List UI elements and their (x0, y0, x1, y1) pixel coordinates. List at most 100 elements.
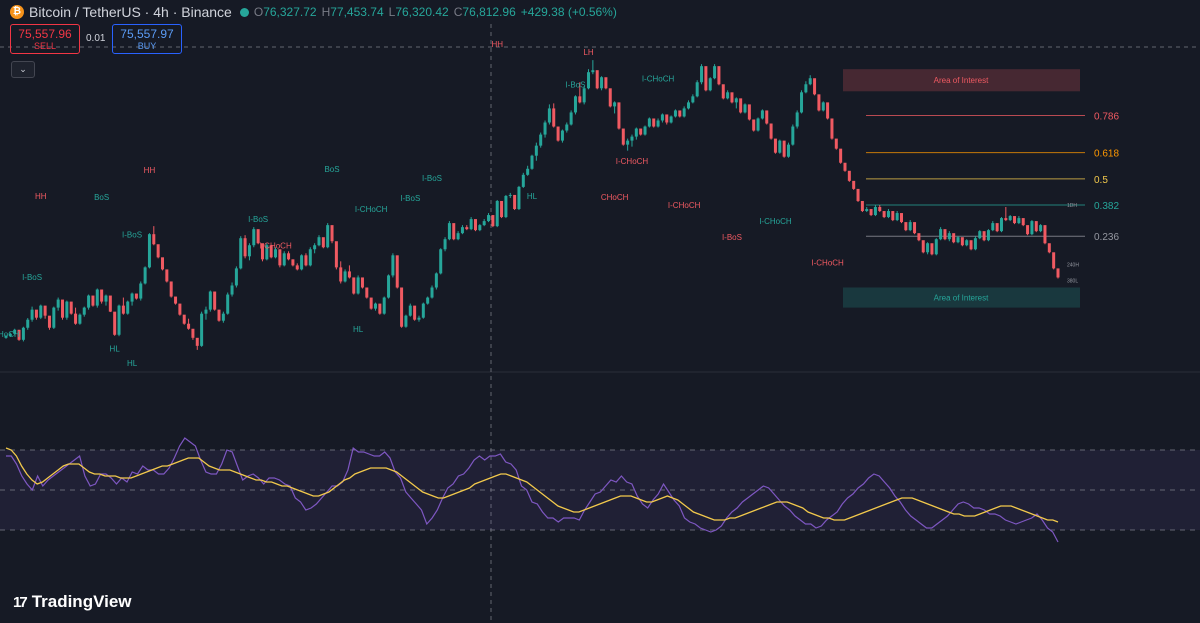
structure-label: HH (491, 40, 503, 49)
candle-body (839, 148, 843, 163)
candle-body (295, 265, 299, 270)
candle-body (34, 309, 38, 318)
candle-body (1047, 243, 1051, 253)
structure-label: I-CHoCH (759, 217, 792, 226)
candle-body (369, 297, 373, 309)
candle-body (174, 296, 178, 304)
candle-body (969, 240, 973, 250)
candle-body (760, 110, 764, 119)
symbol-header: ₿ Bitcoin / TetherUS · 4h · Binance O 76,… (10, 3, 622, 21)
candle-body (595, 70, 599, 89)
candle-body (982, 231, 986, 241)
candle-body (91, 295, 95, 306)
candle-body (547, 108, 551, 123)
candle-body (765, 110, 769, 124)
candle-body (65, 301, 69, 318)
candle-body (113, 311, 117, 335)
candle-body (221, 313, 225, 321)
candle-body (147, 234, 151, 268)
structure-label: I-CHoCH (355, 205, 388, 214)
candle-body (52, 307, 56, 328)
chevron-down-icon[interactable]: ⌄ (11, 61, 35, 78)
candle-body (965, 240, 969, 246)
candle-body (643, 126, 647, 135)
candle-body (1052, 252, 1056, 269)
price-and-rsi-chart[interactable]: Area of Interest Area of Interest 0.786 0.6… (0, 0, 1200, 623)
candle-body (304, 255, 308, 266)
candle-body (1021, 218, 1025, 226)
candle-body (56, 299, 60, 308)
candle-body (130, 293, 134, 302)
side-tag: 1DH (1067, 203, 1077, 209)
candle-body (826, 102, 830, 119)
candle-body (482, 221, 486, 226)
candle-body (21, 327, 25, 340)
candle-body (921, 240, 925, 253)
candle-body (913, 222, 917, 234)
candle-body (47, 315, 51, 328)
candle-body (378, 303, 382, 314)
candle-body (973, 238, 977, 250)
candle-body (517, 186, 521, 210)
candle-body (691, 96, 695, 103)
candle-body (639, 128, 643, 135)
candle-body (773, 138, 777, 153)
candle-body (678, 110, 682, 117)
candle-body (647, 118, 651, 127)
tradingview-logo-icon: 17 (13, 593, 28, 611)
structure-label: I-BoS (248, 215, 268, 224)
candle-body (234, 268, 238, 286)
candle-body (895, 213, 899, 221)
candle-body (947, 233, 951, 240)
candle-body (108, 295, 112, 312)
candle-body (743, 104, 747, 113)
candle-body (539, 134, 543, 146)
candle-body (1004, 218, 1008, 221)
candle-body (1039, 225, 1043, 232)
candle-body (747, 104, 751, 120)
candle-body (821, 102, 825, 111)
candle-body (82, 307, 86, 315)
candle-body (756, 118, 760, 131)
candle-body (487, 215, 491, 222)
structure-label: I-BoS (22, 273, 42, 282)
candle-body (200, 313, 204, 346)
candle-body (100, 289, 104, 302)
low-value: 76,320.42 (395, 5, 449, 19)
structure-label: BoS (324, 165, 339, 174)
open-label: O (253, 5, 264, 19)
candle-body (904, 222, 908, 231)
candle-body (630, 136, 634, 141)
change-value: +429.38 (+0.56%) (520, 5, 617, 19)
structure-label: I-CHoCH (259, 241, 292, 250)
ohlc-values: O 76,327.72 H 77,453.74 L 76,320.42 C 76,812… (254, 5, 622, 19)
candle-body (217, 309, 221, 321)
candle-body (778, 140, 782, 153)
high-value: 77,453.74 (330, 5, 384, 19)
candle-body (847, 170, 851, 181)
candle-body (782, 140, 786, 157)
candle-body (665, 114, 669, 123)
candle-body (587, 72, 591, 89)
candle-body (287, 253, 291, 260)
candle-body (608, 88, 612, 107)
candle-body (986, 230, 990, 241)
candle-body (526, 168, 530, 175)
candle-body (669, 116, 673, 123)
candle-body (308, 249, 312, 266)
buy-button[interactable]: 75,557.97 BUY (112, 24, 182, 54)
candle-body (695, 82, 699, 97)
candle-body (834, 138, 838, 149)
sell-button[interactable]: 75,557.96 SELL (10, 24, 80, 54)
candle-body (104, 295, 108, 302)
symbol-title[interactable]: Bitcoin / TetherUS · 4h · Binance (29, 4, 232, 20)
candle-body (726, 92, 730, 99)
brand-name: TradingView (31, 592, 132, 611)
candle-body (426, 297, 430, 304)
candle-body (739, 98, 743, 113)
candle-body (786, 144, 790, 157)
open-value: 76,327.72 (263, 5, 317, 19)
candle-body (1026, 225, 1030, 235)
fib-level-label: 0.236 (1094, 232, 1119, 243)
candle-body (139, 283, 143, 299)
